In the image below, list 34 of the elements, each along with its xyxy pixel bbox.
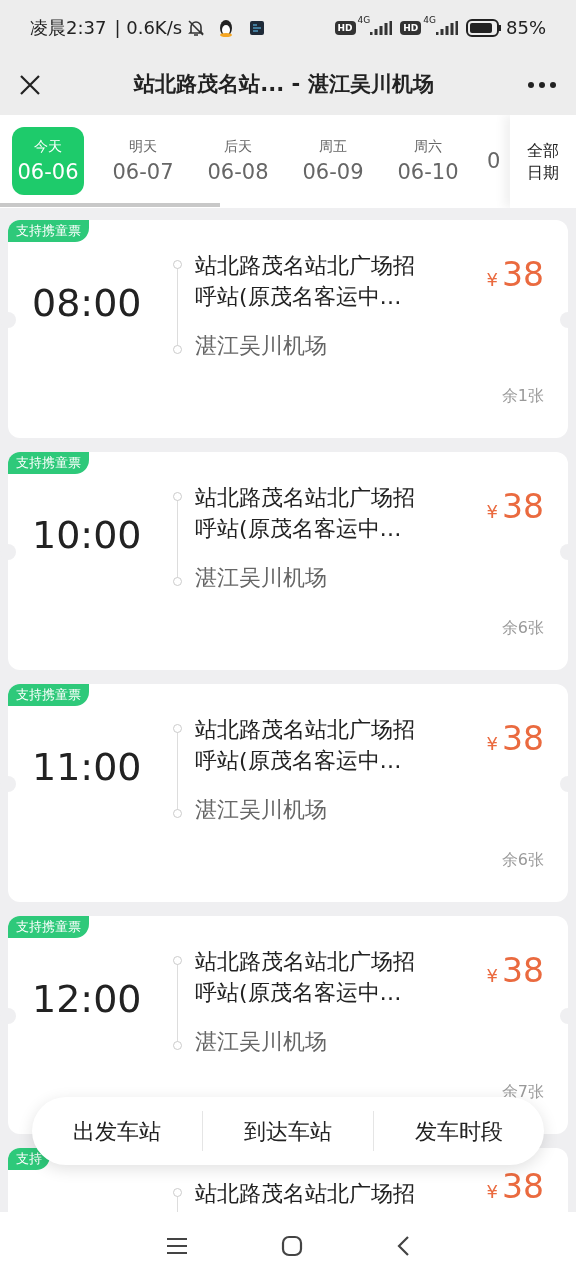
seats-remaining: 余1张	[501, 385, 544, 407]
departure-time: 10:00	[32, 516, 142, 554]
price: ¥38	[486, 954, 544, 989]
price: ¥38	[486, 258, 544, 293]
child-ticket-tag: 支持携童票	[8, 452, 89, 474]
origin-station: 站北路茂名站北广场招呼站(原茂名客运中…	[195, 484, 416, 543]
destination-station: 湛江吴川机场	[195, 564, 327, 592]
origin-station: 站北路茂名站北广场招呼站(原茂名客运中…	[195, 948, 416, 1007]
origin-station: 站北路茂名站北广场招呼站(原茂名客运中…	[195, 252, 416, 311]
departure-time: 12:00	[32, 980, 142, 1018]
price: ¥38	[486, 1170, 544, 1205]
child-ticket-tag: 支持携童票	[8, 684, 89, 706]
network-type: 4G	[357, 14, 371, 27]
hd-badge: HD	[334, 20, 356, 35]
departure-time: 11:00	[32, 748, 142, 786]
network-type: 4G	[423, 14, 436, 27]
price: ¥38	[486, 490, 544, 525]
destination-station: 湛江吴川机场	[195, 796, 327, 824]
hd-badge: HD	[400, 20, 422, 35]
child-ticket-tag: 支持携童票	[8, 916, 89, 938]
destination-station: 湛江吴川机场	[195, 1028, 327, 1056]
battery-level: 85%	[506, 16, 546, 40]
origin-station: 站北路茂名站北广场招呼站(原茂名客运中…	[195, 716, 416, 775]
network-speed: | 0.6K/s	[114, 16, 183, 40]
origin-station: 站北路茂名站北广场招	[195, 1180, 416, 1208]
destination-station: 湛江吴川机场	[195, 332, 327, 360]
clock: 凌晨2:37	[30, 16, 107, 40]
child-ticket-tag: 支持携童票	[8, 220, 89, 242]
seats-remaining: 余6张	[501, 849, 544, 871]
page-title: 站北路茂名站... - 湛江吴川机场	[132, 71, 435, 99]
price: ¥38	[486, 722, 544, 757]
seats-remaining: 余6张	[501, 617, 544, 639]
departure-time: 08:00	[32, 284, 142, 322]
child-ticket-tag: 支持	[8, 1148, 50, 1170]
